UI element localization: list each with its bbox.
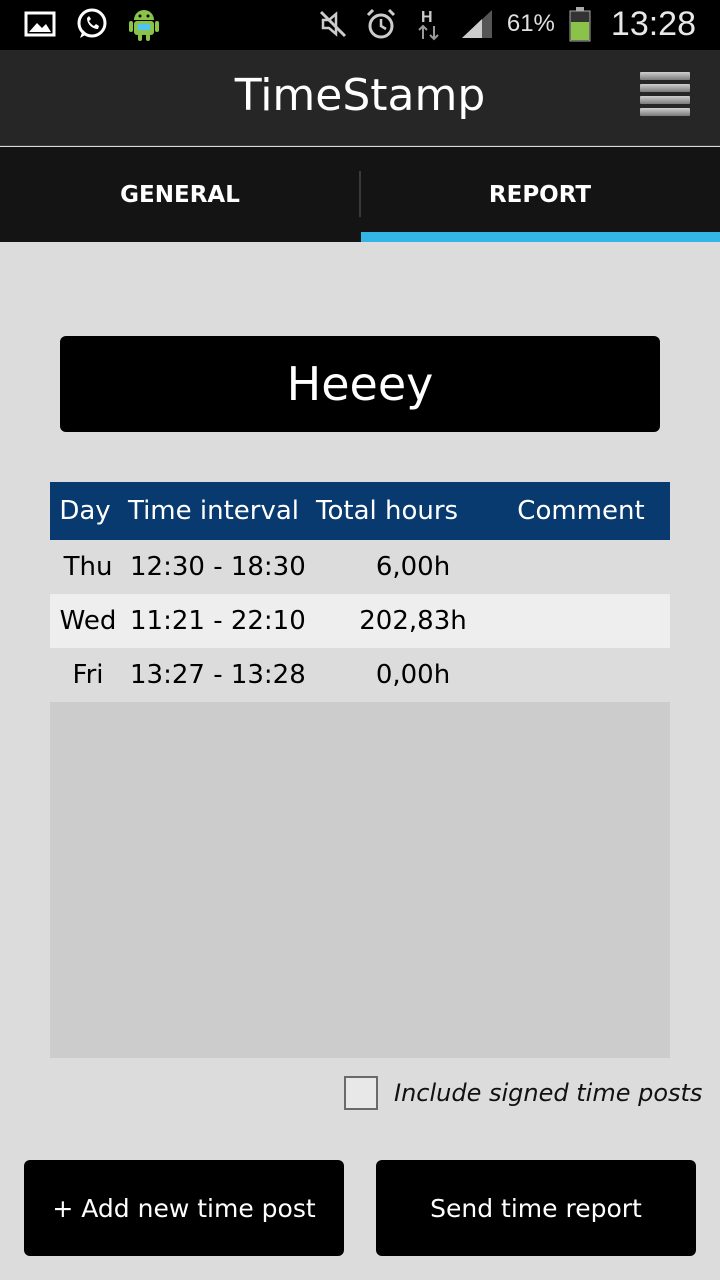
system-icons: H 61% 13:28 xyxy=(315,4,696,44)
svg-text:H: H xyxy=(421,9,433,26)
notification-icons xyxy=(22,6,162,42)
tab-report[interactable]: REPORT xyxy=(360,147,720,242)
row-day: Wed xyxy=(59,606,117,636)
row-time-interval: 11:21 - 22:10 xyxy=(130,606,306,636)
tab-general[interactable]: GENERAL xyxy=(0,147,360,242)
include-signed-checkbox[interactable] xyxy=(344,1076,378,1110)
header-comment: Comment xyxy=(517,496,645,526)
add-time-post-button[interactable]: + Add new time post xyxy=(24,1160,344,1256)
android-icon xyxy=(126,6,162,42)
send-time-report-button[interactable]: Send time report xyxy=(376,1160,696,1256)
table-empty-area xyxy=(50,702,670,1058)
table-row[interactable]: Thu 12:30 - 18:30 6,00h xyxy=(50,540,670,594)
table-header: Day Time interval Total hours Comment xyxy=(50,482,670,540)
tab-general-label: GENERAL xyxy=(120,181,240,208)
active-tab-indicator xyxy=(361,232,720,242)
clock: 13:28 xyxy=(610,4,696,43)
status-bar: H 61% 13:28 xyxy=(0,0,720,50)
time-report-table: Day Time interval Total hours Comment Th… xyxy=(50,482,670,1058)
table-row[interactable]: Fri 13:27 - 13:28 0,00h xyxy=(50,648,670,702)
report-title[interactable]: Heeey xyxy=(60,336,660,432)
app-title: TimeStamp xyxy=(234,70,486,121)
tab-report-label: REPORT xyxy=(488,181,592,208)
mute-icon xyxy=(315,6,351,42)
tab-bar: GENERAL REPORT xyxy=(0,147,720,242)
table-row[interactable]: Wed 11:21 - 22:10 202,83h xyxy=(50,594,670,648)
include-signed-row: Include signed time posts xyxy=(344,1076,702,1110)
include-signed-label: Include signed time posts xyxy=(394,1079,703,1107)
row-day: Thu xyxy=(63,552,113,582)
signal-icon xyxy=(459,6,495,42)
battery-icon xyxy=(567,6,593,42)
row-total-hours: 0,00h xyxy=(375,660,451,690)
row-total-hours: 202,83h xyxy=(359,606,467,636)
menu-icon[interactable] xyxy=(640,72,690,124)
app-bar: TimeStamp xyxy=(0,50,720,146)
header-total-hours: Total hours xyxy=(316,496,459,526)
header-day: Day xyxy=(59,496,111,526)
header-time-interval: Time interval xyxy=(128,496,300,526)
image-icon xyxy=(22,6,58,42)
row-time-interval: 12:30 - 18:30 xyxy=(130,552,306,582)
battery-percent: 61% xyxy=(506,10,555,37)
network-h-icon: H xyxy=(411,6,447,42)
row-day: Fri xyxy=(72,660,104,690)
whatsapp-icon xyxy=(74,6,110,42)
alarm-icon xyxy=(363,6,399,42)
row-total-hours: 6,00h xyxy=(375,552,451,582)
row-time-interval: 13:27 - 13:28 xyxy=(130,660,306,690)
